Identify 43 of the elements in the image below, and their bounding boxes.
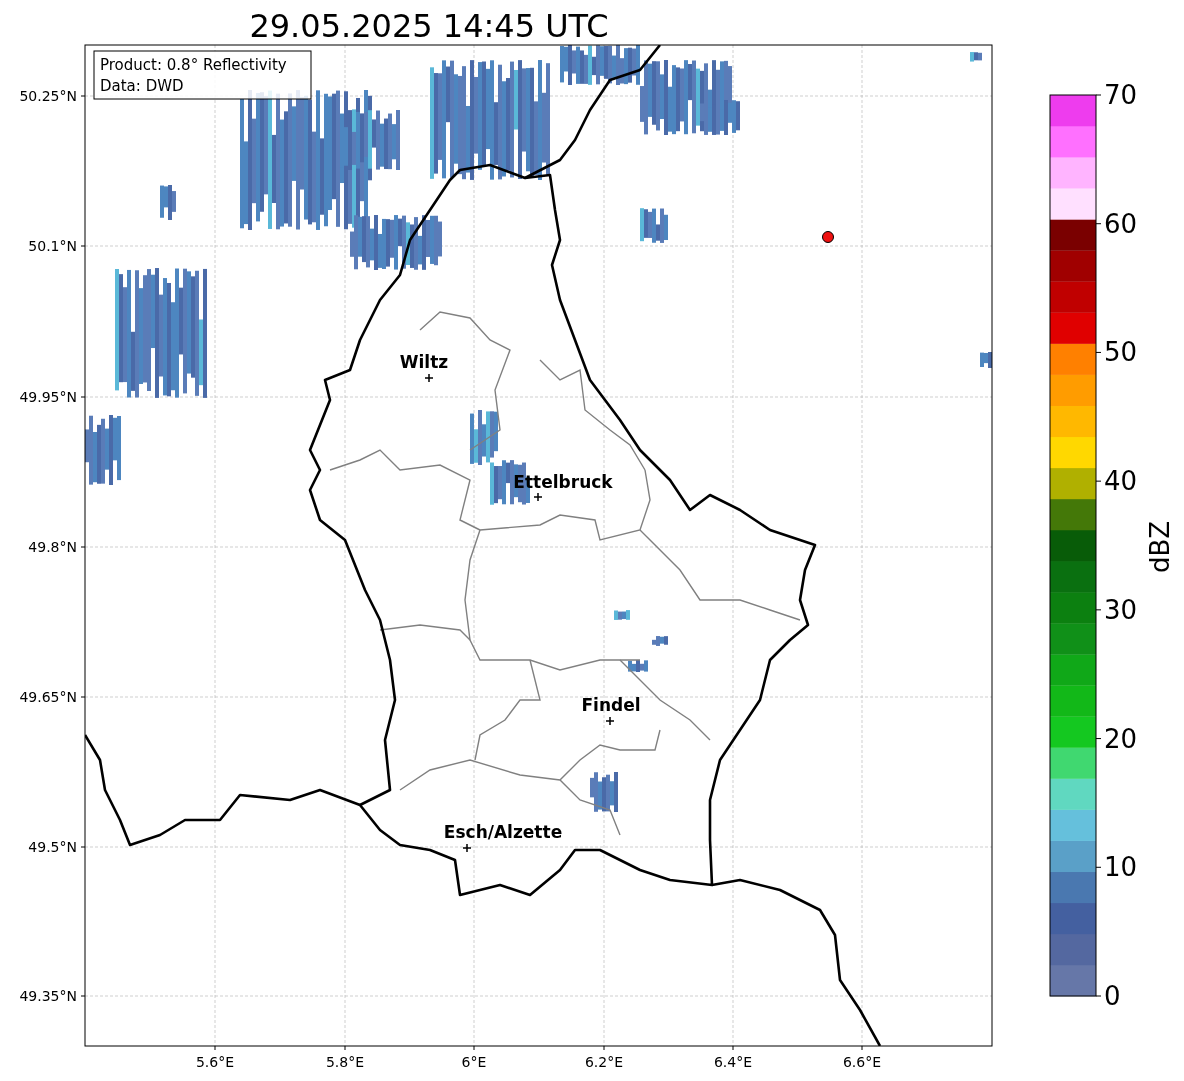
city-marker-icon [533, 492, 543, 502]
city-label: Wiltz [399, 352, 449, 372]
city-label: Esch/Alzette [443, 822, 563, 842]
y-tick-label: 49.95°N [19, 389, 77, 405]
info-text: Data: DWD [100, 77, 184, 95]
x-tick-label: 5.8°E [325, 1054, 365, 1070]
city-marker-icon [424, 373, 434, 383]
y-tick-label: 49.8°N [28, 539, 77, 555]
x-tick-label: 6.4°E [713, 1054, 753, 1070]
radar-echo-patch [614, 610, 630, 620]
radar-echo-patch [85, 415, 121, 485]
x-tick-label: 5.6°E [195, 1054, 235, 1070]
city-label: Findel [581, 695, 641, 715]
colorbar-tick-label: 40 [1104, 466, 1138, 497]
radar-echo-patch [628, 660, 648, 672]
radar-echo-patch [160, 185, 176, 220]
info-text: Product: 0.8° Reflectivity [100, 56, 287, 74]
city-marker-icon [605, 716, 615, 726]
x-tick-label: 6°E [461, 1054, 487, 1070]
radar-echo-patch [590, 772, 618, 812]
colorbar-tick-label: 0 [1104, 981, 1121, 1011]
radar-echo-patch [652, 636, 668, 646]
radar-echo-patch [470, 410, 498, 465]
colorbar-tick-label: 10 [1104, 852, 1138, 883]
colorbar-tick-label: 50 [1104, 337, 1138, 368]
figure-title: 29.05.2025 14:45 UTC [249, 7, 609, 45]
radar-echo-patch [980, 352, 992, 368]
y-tick-label: 50.25°N [19, 88, 77, 104]
x-tick-label: 6.6°E [842, 1054, 882, 1070]
colorbar-tick-label: 20 [1104, 723, 1138, 754]
location-dot [822, 231, 834, 243]
y-tick-label: 49.5°N [28, 839, 77, 855]
x-tick-label: 6.2°E [584, 1054, 624, 1070]
y-tick-label: 49.65°N [19, 689, 77, 705]
y-tick-label: 49.35°N [19, 988, 77, 1004]
radar-echo-patch [970, 52, 982, 62]
colorbar-tick-label: 70 [1104, 80, 1138, 110]
colorbar-tick-label: 60 [1104, 208, 1138, 239]
radar-echo-patch [640, 208, 668, 243]
y-tick-label: 50.1°N [28, 238, 77, 254]
colorbar-tick-label: 30 [1104, 594, 1138, 625]
city-marker-icon [462, 843, 472, 853]
colorbar-label: dBZ [1145, 520, 1175, 574]
